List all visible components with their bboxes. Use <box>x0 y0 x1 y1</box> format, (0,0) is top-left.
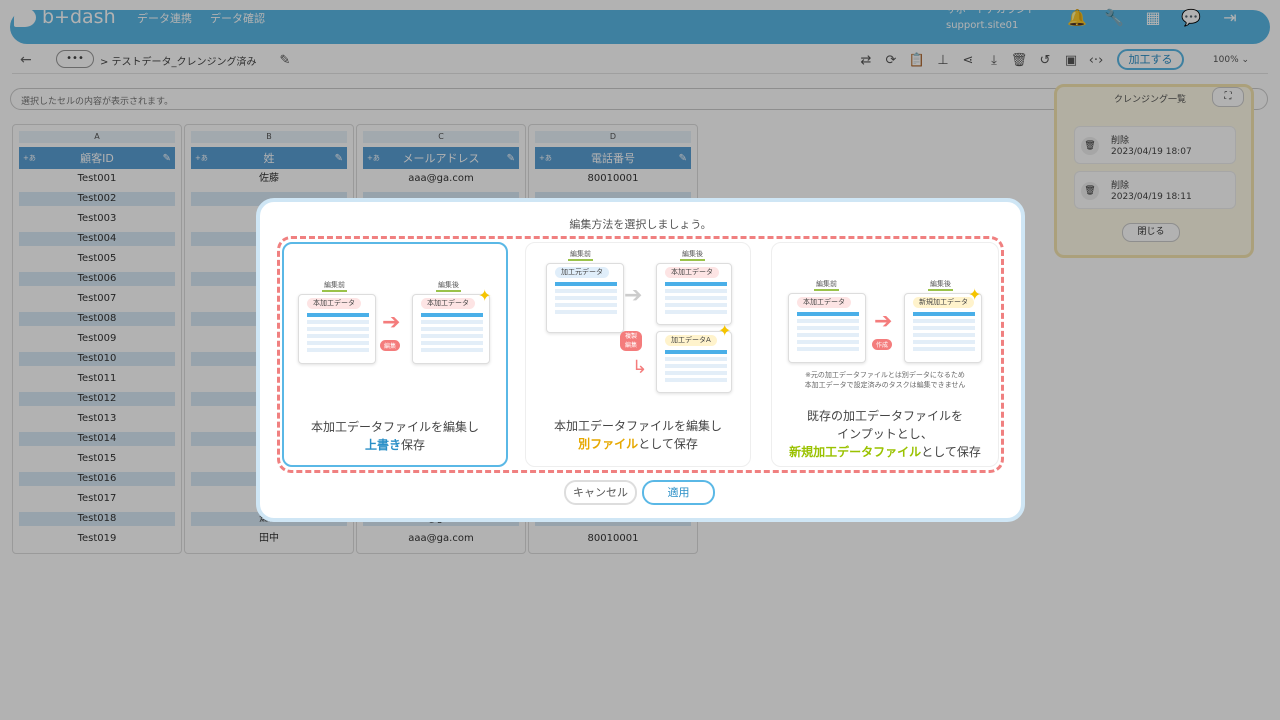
after-tag: 編集後 <box>680 249 705 261</box>
sparkle-icon: ✦ <box>478 286 492 305</box>
arrow-right-icon: ➔ <box>624 283 643 308</box>
doc-label: 加工元データ <box>555 267 609 278</box>
doc-new: 加工データA <box>656 331 732 393</box>
doc-label: 本加工データ <box>665 267 719 278</box>
option-new-file[interactable]: 編集前 編集後 本加工データ ➔ 作成 新規加工データ ✦ ※元の加工データファ… <box>771 242 999 467</box>
option-save-as[interactable]: 編集前 編集後 加工元データ ➔ 本加工データ 複製 編集 ↳ 加工データA ✦… <box>525 242 751 467</box>
before-tag: 編集前 <box>814 279 839 291</box>
doc-after: 本加工データ <box>656 263 732 325</box>
option-line1: 既存の加工データファイルを <box>806 409 963 423</box>
doc-before: 本加工データ <box>788 293 866 363</box>
option-overwrite[interactable]: 編集前 編集後 本加工データ ➔ 編集 本加工データ ✦ 本加工データファイルを… <box>282 242 508 467</box>
before-tag: 編集前 <box>568 249 593 261</box>
apply-button[interactable]: 適用 <box>642 480 715 505</box>
doc-before: 本加工データ <box>298 294 376 364</box>
option-line3: 新規加工データファイルとして保存 <box>772 443 998 461</box>
doc-label: 本加工データ <box>421 298 475 309</box>
option-line1: 本加工データファイルを編集し <box>553 419 722 433</box>
option-description: 本加工データファイルを編集し 別ファイルとして保存 <box>526 417 750 453</box>
option-description: 本加工データファイルを編集し 上書き保存 <box>284 418 506 454</box>
modal-title: 編集方法を選択しましょう。 <box>569 218 712 231</box>
doc-label: 本加工データ <box>307 298 361 309</box>
note-line1: ※元の加工データファイルとは別データになるため <box>805 371 965 379</box>
option-highlight: 新規加工データファイル <box>789 445 922 459</box>
action-pill: 複製 編集 <box>620 331 642 351</box>
option-line2: 別ファイルとして保存 <box>526 435 750 453</box>
option-note: ※元の加工データファイルとは別データになるため 本加工データで設定済みのタスクは… <box>772 370 998 390</box>
doc-source: 加工元データ <box>546 263 624 333</box>
after-tag: 編集後 <box>436 280 461 292</box>
option-line2-suffix: 保存 <box>401 438 426 452</box>
arrow-down-right-icon: ↳ <box>632 357 648 378</box>
option-line3-suffix: として保存 <box>921 445 981 459</box>
doc-label: 新規加工データ <box>913 297 974 308</box>
before-tag: 編集前 <box>322 280 347 292</box>
sparkle-icon: ✦ <box>718 321 732 340</box>
action-pill: 作成 <box>872 339 893 350</box>
action-pill: 編集 <box>380 340 401 351</box>
cancel-button[interactable]: キャンセル <box>564 480 637 505</box>
option-description: 既存の加工データファイルを インプットとし、 新規加工データファイルとして保存 <box>772 407 998 461</box>
after-tag: 編集後 <box>928 279 953 291</box>
doc-label: 加工データA <box>665 335 717 346</box>
arrow-right-icon: ➔ <box>382 310 401 335</box>
option-line1: 本加工データファイルを編集し <box>310 420 479 434</box>
option-highlight: 上書き <box>364 438 401 452</box>
doc-label: 本加工データ <box>797 297 851 308</box>
option-line2: インプットとし、 <box>837 427 933 441</box>
option-line2-suffix: として保存 <box>638 437 698 451</box>
option-line2: 上書き保存 <box>284 436 506 454</box>
note-line2: 本加工データで設定済みのタスクは編集できません <box>804 381 966 389</box>
sparkle-icon: ✦ <box>968 285 982 304</box>
option-highlight: 別ファイル <box>578 437 639 451</box>
arrow-right-icon: ➔ <box>874 309 893 334</box>
